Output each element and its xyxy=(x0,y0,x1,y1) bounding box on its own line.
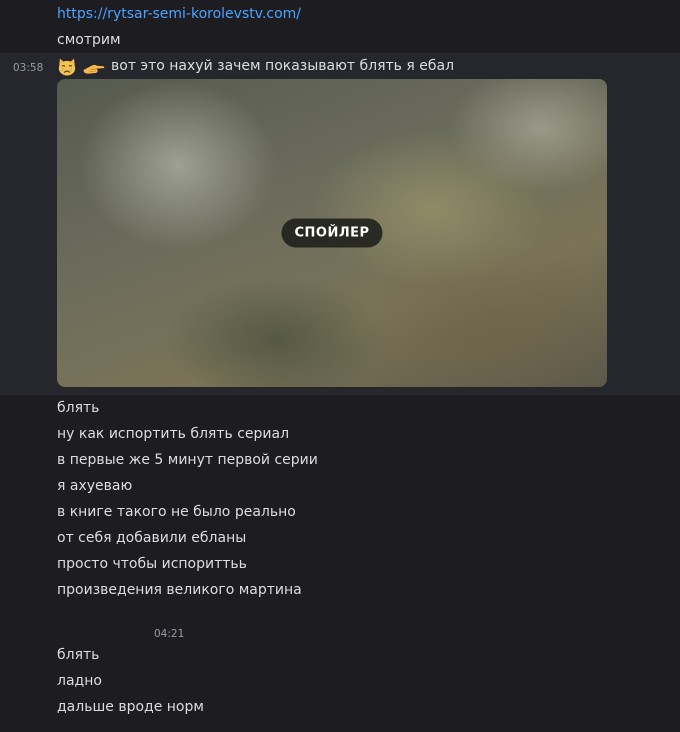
message-timestamp: 04:21 xyxy=(154,628,185,640)
message-text: блять xyxy=(57,647,100,663)
crying-cat-emoji-icon xyxy=(58,58,76,76)
message-text: в книге такого не было реально xyxy=(57,504,296,520)
message-text: дальше вроде норм xyxy=(57,699,204,715)
pointing-hand-emoji-icon xyxy=(83,64,105,74)
message-timestamp: 03:58 xyxy=(13,62,44,74)
spoiler-image[interactable]: СПОЙЛЕР xyxy=(57,79,607,387)
message-text: я ахуеваю xyxy=(57,478,133,494)
message-text: просто чтобы испориттьь xyxy=(57,556,247,572)
message-text: ну как испортить блять сериал xyxy=(57,426,290,442)
message-text: произведения великого мартина xyxy=(57,582,302,598)
spoiler-label: СПОЙЛЕР xyxy=(281,218,383,248)
message-link[interactable]: https://rytsar-semi-korolevstv.com/ xyxy=(57,5,301,23)
message-text: вот это нахуй зачем показывают блять я е… xyxy=(111,58,455,74)
message-text: ладно xyxy=(57,673,102,689)
message-text: от себя добавили ебланы xyxy=(57,530,247,546)
message-text: смотрим xyxy=(57,32,121,48)
message-text: блять xyxy=(57,400,100,416)
message-text: в первые же 5 минут первой серии xyxy=(57,452,318,468)
